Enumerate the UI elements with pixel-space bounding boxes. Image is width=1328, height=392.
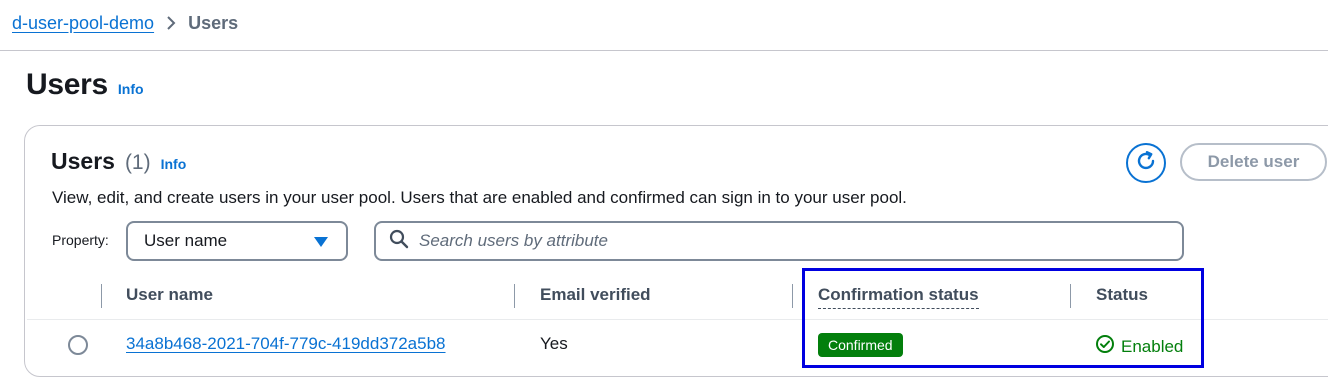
search-input[interactable] [419, 231, 1159, 251]
users-table-container: Users (1) Info View, edit, and create us… [24, 125, 1328, 377]
page-info-link[interactable]: Info [118, 81, 144, 97]
property-label: Property: [52, 232, 109, 248]
row-select-radio[interactable] [68, 335, 88, 355]
delete-user-button[interactable]: Delete user [1180, 143, 1327, 181]
breadcrumb-current: Users [188, 12, 239, 33]
refresh-icon [1134, 149, 1158, 178]
column-header-user-name[interactable]: User name [126, 285, 213, 305]
chevron-right-icon [166, 15, 176, 31]
column-header-status[interactable]: Status [1096, 285, 1148, 305]
page-title: Users [26, 68, 108, 101]
table-header: Users (1) Info [51, 148, 186, 175]
breadcrumb: d-user-pool-demo Users [12, 12, 238, 34]
search-field[interactable] [374, 221, 1184, 261]
confirmation-status-badge: Confirmed [818, 333, 903, 357]
column-divider [792, 284, 793, 308]
property-select[interactable]: User name [126, 221, 348, 261]
check-circle-icon [1095, 334, 1115, 359]
table-title: Users [51, 148, 115, 174]
email-verified-value: Yes [540, 334, 568, 353]
search-icon [389, 229, 409, 254]
table-description: View, edit, and create users in your use… [52, 188, 907, 207]
column-header-confirmation-status[interactable]: Confirmation status [818, 285, 979, 309]
refresh-button[interactable] [1126, 143, 1166, 183]
status-indicator: Enabled [1095, 334, 1183, 359]
property-select-value: User name [144, 231, 228, 250]
header-row-divider [27, 319, 1328, 320]
user-name-link[interactable]: 34a8b468-2021-704f-779c-419dd372a5b8 [126, 334, 446, 354]
column-header-email-verified[interactable]: Email verified [540, 285, 651, 305]
status-value: Enabled [1121, 336, 1184, 356]
header-divider [0, 50, 1328, 51]
breadcrumb-link-user-pool[interactable]: d-user-pool-demo [12, 13, 154, 34]
page-header: Users Info [26, 68, 144, 102]
caret-down-icon [314, 237, 328, 247]
column-divider [514, 284, 515, 308]
column-divider [101, 284, 102, 308]
user-count: (1) [124, 151, 151, 174]
column-divider [1070, 284, 1071, 308]
table-info-link[interactable]: Info [161, 156, 187, 172]
